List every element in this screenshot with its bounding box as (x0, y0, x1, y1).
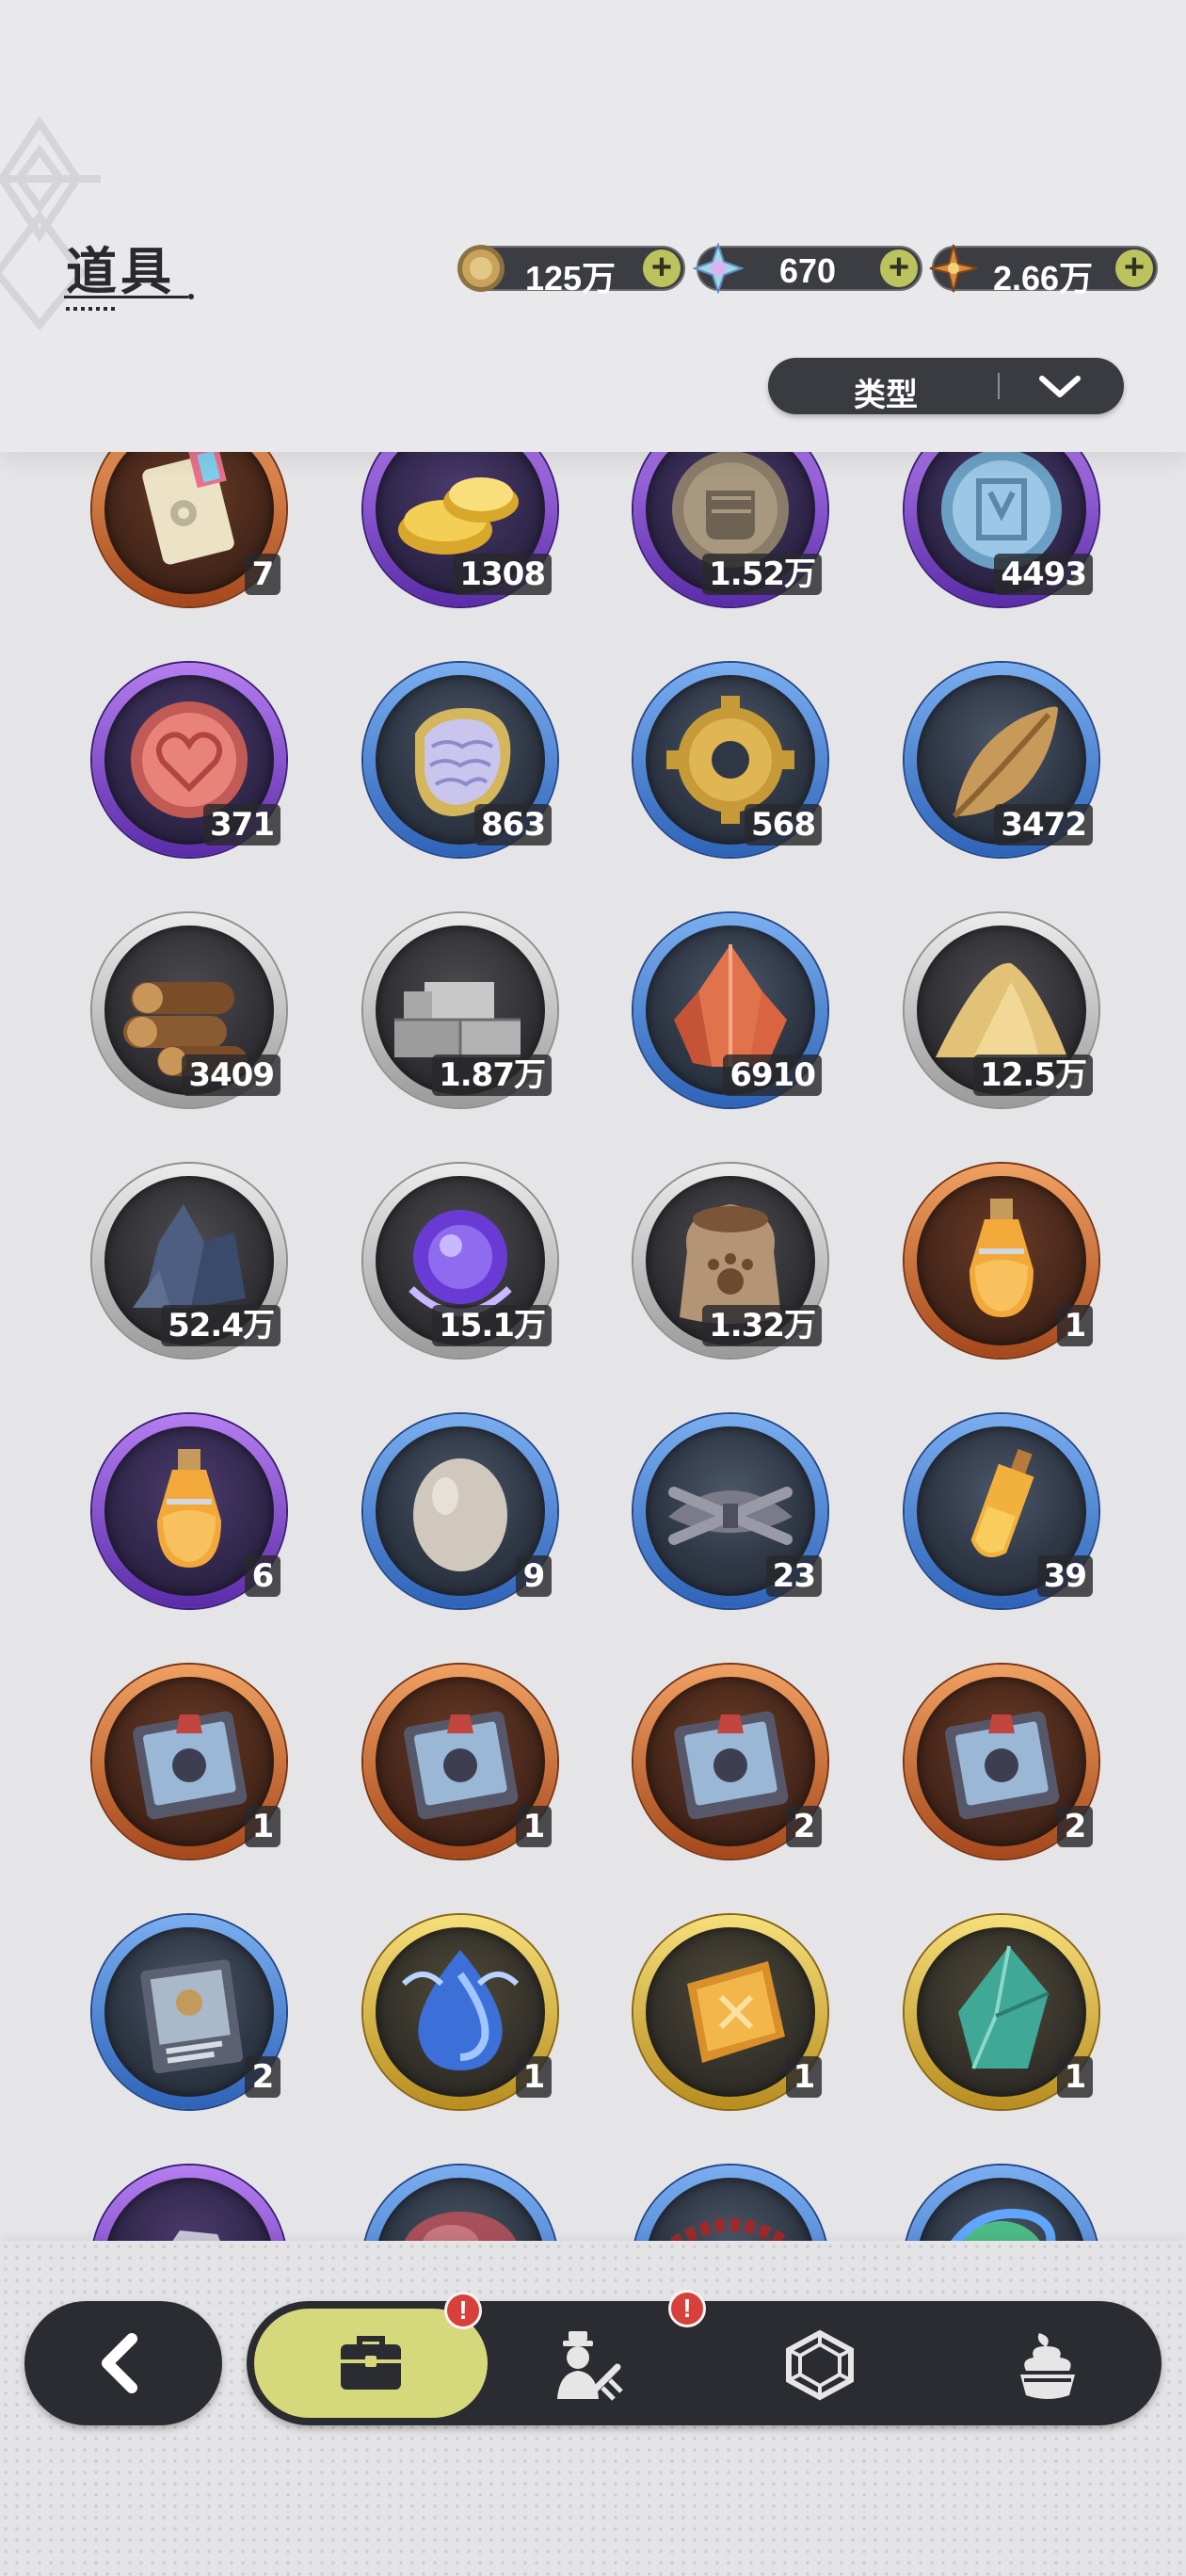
item-slot[interactable]: 39 (905, 1414, 1098, 1608)
item-slot[interactable] (363, 2165, 557, 2241)
hexagon-gem-icon (786, 2329, 854, 2401)
item-slot[interactable]: 12.5万 (905, 913, 1098, 1107)
item-quantity: 2 (1057, 1806, 1093, 1847)
item-slot[interactable]: 1.87万 (363, 913, 557, 1107)
tab-bar: ! ! (247, 2290, 1162, 2425)
item-quantity: 3409 (182, 1055, 280, 1096)
bottom-bar: ! ! (0, 2241, 1186, 2576)
item-quantity: 1 (516, 1806, 552, 1847)
title-dots (66, 307, 119, 311)
item-quantity: 568 (745, 804, 822, 845)
title-underline (64, 294, 194, 299)
item-slot[interactable]: 52.4万 (92, 1164, 286, 1358)
currency-gold: 125万 + (457, 245, 685, 298)
item-quantity: 7 (245, 554, 280, 595)
meat-icon (404, 2212, 517, 2241)
item-slot[interactable]: 1 (363, 1665, 557, 1859)
item-quantity: 1 (516, 2056, 552, 2098)
page-title: 道具 (66, 242, 175, 301)
item-slot[interactable]: 2 (905, 1665, 1098, 1859)
tab-dessert[interactable] (934, 2301, 1160, 2425)
dessert-icon (1020, 2333, 1075, 2399)
item-quantity: 1 (1057, 1305, 1093, 1346)
bag-icon (341, 2336, 401, 2390)
item-slot[interactable] (92, 2165, 286, 2241)
item-quantity: 9 (516, 1555, 552, 1597)
add-crystal-button[interactable]: + (880, 250, 918, 287)
item-slot[interactable]: 371 (92, 663, 286, 857)
item-slot[interactable]: 1 (633, 1915, 827, 2109)
item-quantity: 1 (1057, 2056, 1093, 2098)
item-slot[interactable]: 2 (92, 1915, 286, 2109)
currency-crystal-value: 670 (778, 251, 837, 290)
item-slot[interactable]: 9 (363, 1414, 557, 1608)
item-slot[interactable]: 6910 (633, 913, 827, 1107)
currency-star-gem-value: 2.66万 (992, 259, 1094, 298)
currency-gold-value: 125万 (524, 259, 617, 298)
silver-ore-icon (172, 2230, 220, 2241)
item-slot[interactable]: 1 (363, 1915, 557, 2109)
item-quantity: 4493 (994, 554, 1093, 595)
item-quantity: 15.1万 (432, 1305, 552, 1346)
item-quantity: 6910 (723, 1055, 822, 1096)
type-filter-dropdown[interactable]: 类型 (768, 358, 1124, 414)
item-slot[interactable]: 1 (905, 1164, 1098, 1358)
item-quantity: 863 (474, 804, 552, 845)
item-slot[interactable]: 2 (633, 1665, 827, 1859)
back-button[interactable] (24, 2301, 222, 2425)
gold-coin-icon (457, 245, 505, 292)
inventory-alert-badge: ! (444, 2292, 482, 2329)
tab-gems[interactable] (708, 2301, 934, 2425)
header: 道具 125万 + 670 + 2.66万 + 类型 (0, 0, 1186, 452)
item-slot[interactable] (633, 2165, 827, 2241)
item-quantity: 2 (786, 1806, 822, 1847)
item-slot[interactable]: 1 (92, 1665, 286, 1859)
character-icon (557, 2331, 623, 2401)
currency-crystal: 670 + (693, 243, 922, 294)
item-slot[interactable]: 6 (92, 1414, 286, 1608)
characters-alert-badge: ! (668, 2290, 706, 2327)
add-gold-button[interactable]: + (643, 250, 681, 287)
item-quantity: 1.87万 (432, 1055, 552, 1096)
item-quantity: 52.4万 (161, 1305, 280, 1346)
star-gem-icon (929, 244, 978, 293)
item-slot[interactable]: 568 (633, 663, 827, 857)
item-quantity: 1 (245, 1806, 280, 1847)
chevron-down-icon[interactable] (1036, 371, 1083, 401)
item-quantity: 6 (245, 1555, 280, 1597)
item-slot[interactable]: 3409 (92, 913, 286, 1107)
item-quantity: 1308 (453, 554, 552, 595)
inventory-screen: 7 1308 1.52万 4493 371 863 568 3472 3409 1.87万 6910… (0, 0, 1186, 2576)
item-quantity: 1.32万 (702, 1305, 822, 1346)
green-orb-icon (951, 2209, 1056, 2241)
item-slot[interactable]: 15.1万 (363, 1164, 557, 1358)
crystal-icon (693, 243, 744, 294)
add-star-gem-button[interactable]: + (1115, 250, 1153, 287)
item-quantity: 23 (765, 1555, 822, 1597)
item-quantity: 39 (1036, 1555, 1093, 1597)
type-filter-label: 类型 (854, 377, 918, 414)
item-slot[interactable]: 863 (363, 663, 557, 857)
item-quantity: 1 (786, 2056, 822, 2098)
item-quantity: 12.5万 (973, 1055, 1093, 1096)
item-quantity: 1.52万 (702, 554, 822, 595)
currency-star-gem: 2.66万 + (929, 244, 1158, 298)
back-arrow-icon (102, 2333, 137, 2393)
item-slot[interactable]: 23 (633, 1414, 827, 1608)
item-quantity: 3472 (994, 804, 1093, 845)
item-slot[interactable]: 1 (905, 1915, 1098, 2109)
item-slot[interactable]: 1.32万 (633, 1164, 827, 1358)
item-slot[interactable] (905, 2165, 1098, 2241)
item-quantity: 2 (245, 2056, 280, 2098)
red-rope-icon (670, 2218, 791, 2241)
filter-divider (998, 373, 1000, 399)
item-quantity: 371 (203, 804, 280, 845)
item-slot[interactable]: 3472 (905, 663, 1098, 857)
